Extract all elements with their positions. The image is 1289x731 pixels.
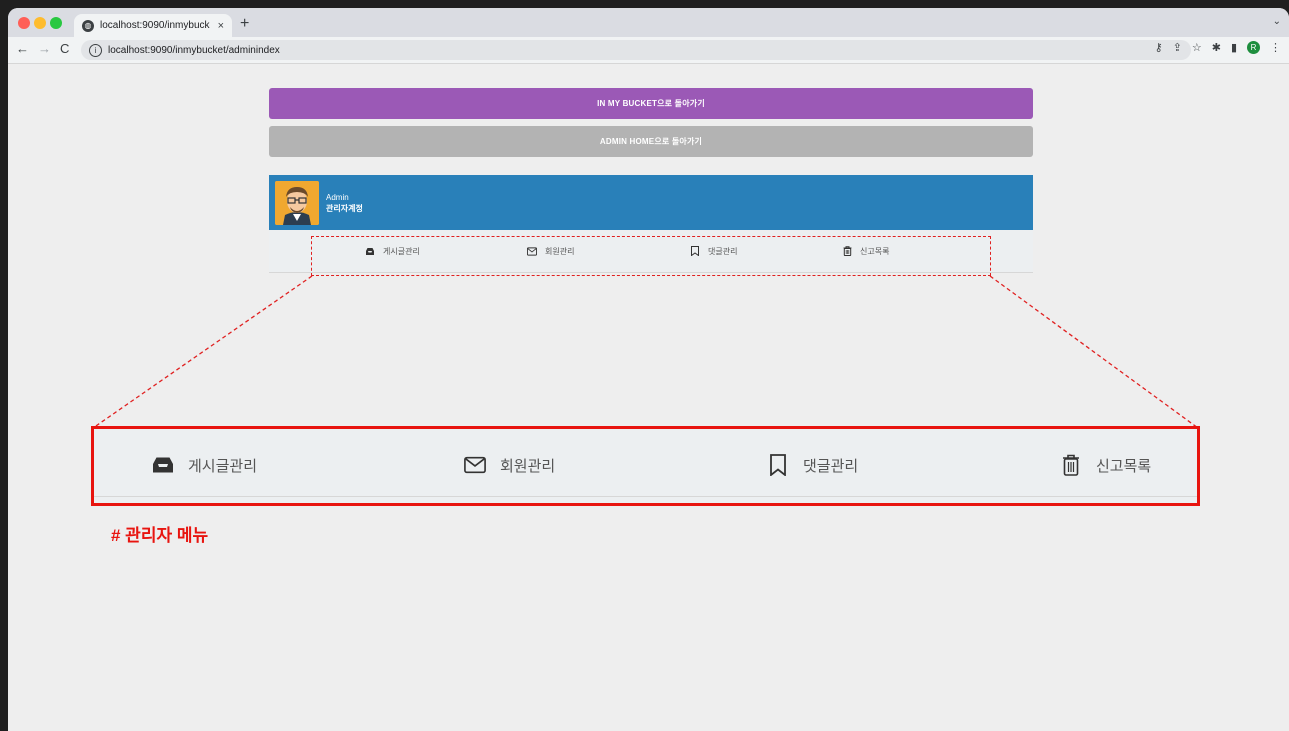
trash-icon [1060,454,1082,476]
zoom-menu-label: 신고목록 [1096,457,1152,475]
zoom-menu-item-comments: 댓글관리 [767,429,858,501]
zoom-menu-item-reports: 신고목록 [1060,429,1151,501]
inbox-icon [152,454,174,476]
annotation-caption: # 관리자 메뉴 [111,526,209,545]
divider [94,496,1197,497]
annotation-zoom-lines [92,275,1199,429]
browser-window: ◍ localhost:9090/inmybucket/ad × + ⌄ ← →… [8,8,1289,731]
zoom-menu-label: 회원관리 [500,457,556,475]
envelope-icon [464,454,486,476]
zoom-menu-label: 댓글관리 [803,457,859,475]
annotation-zoom-box: 게시글관리 회원관리 댓글관리 신고목록 [91,426,1200,506]
zoom-menu-item-members: 회원관리 [464,429,555,501]
zoom-menu-label: 게시글관리 [188,457,258,475]
bookmark-icon [767,454,789,476]
zoom-menu-item-posts: 게시글관리 [152,429,257,501]
